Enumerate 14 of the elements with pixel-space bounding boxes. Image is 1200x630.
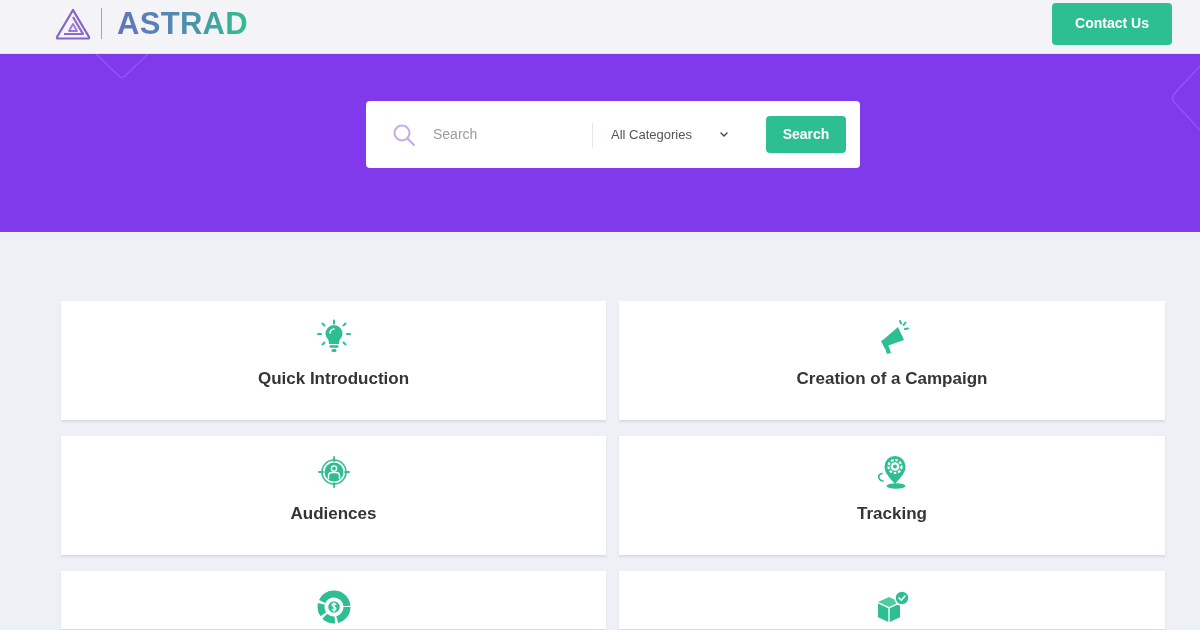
chevron-down-icon — [720, 132, 728, 137]
logo-triangle-icon — [55, 7, 91, 40]
category-link[interactable]: Creation of a Campaign — [796, 369, 988, 389]
lightbulb-icon — [315, 319, 352, 355]
search-field[interactable]: Search — [433, 124, 583, 145]
category-link[interactable]: Audiences — [290, 504, 377, 524]
target-person-icon — [317, 456, 350, 488]
background-diamond-outline — [95, 54, 149, 80]
category-link[interactable]: Quick Introduction — [257, 369, 410, 389]
search-icon — [393, 123, 415, 146]
dollar-donut-icon — [316, 590, 351, 624]
category-dropdown[interactable]: All Categories — [611, 124, 728, 145]
category-link[interactable]: Tracking — [857, 504, 927, 524]
background-diamond-outline — [1170, 65, 1200, 131]
